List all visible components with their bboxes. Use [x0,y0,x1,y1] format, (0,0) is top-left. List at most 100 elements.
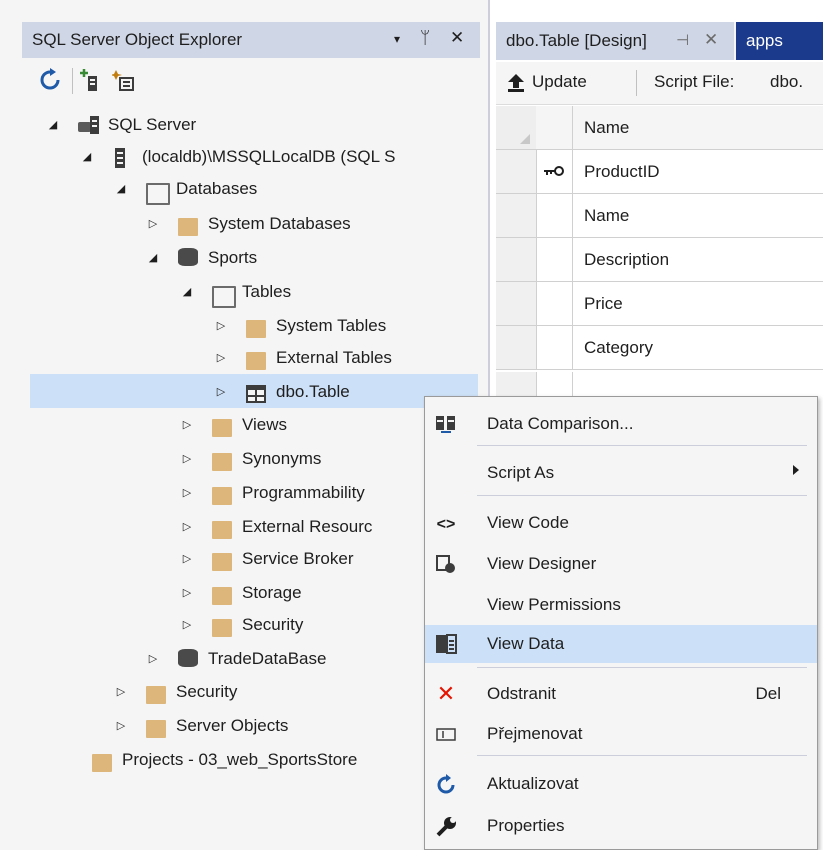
folder-icon [212,419,232,437]
expander-arrow-icon[interactable]: ▷ [214,343,228,373]
column-name-cell[interactable]: Description [584,250,669,270]
tree-node-label: Synonyms [242,449,322,468]
menu-item-shortcut: Del [755,684,781,703]
row-selector[interactable] [496,194,537,237]
expander-arrow-icon[interactable]: ▷ [146,209,160,239]
pin-icon[interactable]: ᛘ [420,28,430,48]
grid-corner[interactable] [496,106,537,149]
tree-node-label: External Tables [276,348,392,367]
expander-arrow-icon[interactable]: ▷ [180,444,194,474]
grid-row[interactable]: Name [496,194,823,238]
menu-item[interactable]: View Designer [425,545,817,583]
object-explorer-panel: SQL Server Object Explorer ▾ ᛘ ✕ ◢ SQL Se… [0,0,490,850]
grid-header-row: Name [496,106,823,150]
tree-node-label: SQL Server [108,115,197,134]
tree-node-label: Security [176,682,238,701]
grid-row[interactable]: ProductID [496,150,823,194]
grid-row[interactable]: Category [496,326,823,370]
expander-arrow-icon[interactable]: ◢ [114,174,128,204]
tree-node-label: Security [242,615,304,634]
window-menu-icon[interactable]: ▾ [394,32,400,46]
tab-table-design-label: dbo.Table [Design] [506,31,647,50]
expander-arrow-icon[interactable]: ◢ [180,277,194,307]
column-name-cell[interactable]: ProductID [584,162,660,182]
update-button[interactable]: Update [502,66,630,98]
folder-icon [146,720,166,738]
expander-arrow-icon[interactable]: ◢ [46,110,60,140]
update-arrow-icon [508,74,524,92]
script-file-label: Script File: [654,72,735,91]
object-filter-icon[interactable] [112,68,136,92]
row-selector[interactable] [496,326,537,369]
explorer-toolbar [22,62,480,100]
refresh-icon[interactable] [38,68,62,92]
menu-item[interactable]: View Permissions [425,586,817,624]
menu-item[interactable]: Data Comparison... [425,405,817,443]
tree-node-label: Storage [242,583,302,602]
folder-open-icon [212,286,236,308]
row-selector[interactable] [496,238,537,281]
folder-icon [212,553,232,571]
menu-separator [477,445,807,446]
tree-node-label: External Resourc [242,517,373,536]
grid-row[interactable]: Description [496,238,823,282]
tree-node-label: Programmability [242,483,365,502]
folder-icon [212,487,232,505]
expander-arrow-icon[interactable]: ▷ [180,578,194,608]
expander-arrow-icon[interactable]: ◢ [146,243,160,273]
menu-item-label: View Designer [487,554,597,573]
expander-arrow-icon[interactable]: ▷ [180,544,194,574]
column-name-cell[interactable]: Price [584,294,623,314]
tab-close-icon[interactable]: ✕ [704,30,718,50]
document-tab-strip: dbo.Table [Design] ⊣ ✕ apps [496,22,823,60]
script-file-value[interactable]: dbo. [770,72,803,92]
expander-arrow-icon[interactable]: ▷ [114,711,128,741]
expander-arrow-icon[interactable]: ▷ [180,610,194,640]
menu-item[interactable]: Script As [425,454,817,492]
menu-item-label: Script As [487,463,555,482]
menu-item-label: View Data [487,634,565,653]
folder-icon [212,587,232,605]
expander-arrow-icon[interactable]: ▷ [180,410,194,440]
add-sql-server-icon[interactable] [80,68,104,92]
folder-open-icon [146,183,170,205]
row-selector[interactable] [496,282,537,325]
expander-arrow-icon[interactable]: ▷ [214,311,228,341]
menu-item[interactable]: Přejmenovat [425,715,817,753]
expander-arrow-icon[interactable]: ▷ [114,677,128,707]
column-name-cell[interactable]: Category [584,338,653,358]
column-name-cell[interactable]: Name [584,206,629,226]
folder-icon [212,619,232,637]
row-selector[interactable] [496,150,537,193]
expander-arrow-icon[interactable]: ◢ [80,142,94,172]
tree-node-label: Projects - 03_web_SportsStore [122,750,358,769]
expander-arrow-icon[interactable]: ▷ [180,478,194,508]
folder-icon [246,320,266,338]
tab-pin-icon[interactable]: ⊣ [676,31,689,49]
rename-icon [435,724,457,744]
context-menu: Data Comparison... Script As <> View Code Vi… [424,396,818,850]
close-icon[interactable]: ✕ [450,28,464,48]
tree-node-label: Service Broker [242,549,354,568]
expander-arrow-icon[interactable]: ▷ [214,377,228,407]
expander-arrow-icon[interactable] [60,745,74,775]
expander-arrow-icon[interactable]: ▷ [146,644,160,674]
menu-item[interactable]: <> View Code [425,504,817,542]
menu-item[interactable]: Aktualizovat [425,765,817,803]
menu-item[interactable]: ✕ Odstranit Del [425,675,817,713]
key-cell [536,150,573,193]
grid-row[interactable]: Price [496,282,823,326]
tree-node-label: System Tables [276,316,387,335]
expander-arrow-icon[interactable]: ▷ [180,512,194,542]
menu-item[interactable]: View Data [425,625,817,663]
grid-header-key-col [536,106,573,149]
tab-apps[interactable]: apps [736,22,823,60]
primary-key-icon [544,166,564,176]
menu-item[interactable]: Properties [425,807,817,845]
menu-separator [477,755,807,756]
tree-node-label: System Databases [208,214,351,233]
menu-item-label: Odstranit [487,684,556,703]
tab-table-design[interactable]: dbo.Table [Design] ⊣ ✕ [496,22,734,60]
refresh-icon [435,774,457,794]
tree-node-label: dbo.Table [276,382,350,401]
